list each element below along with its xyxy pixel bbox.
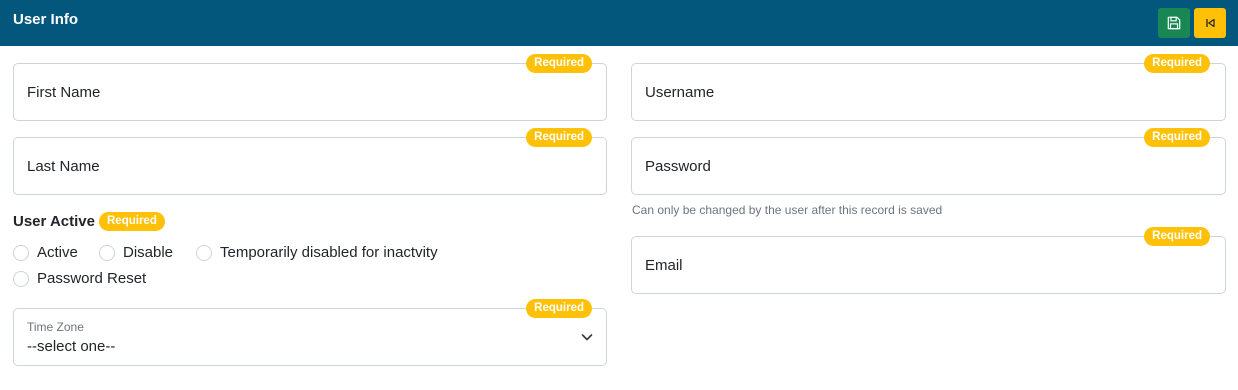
last-name-required-badge: Required <box>526 128 592 147</box>
time-zone-select[interactable]: Time Zone --select one-- <box>13 308 607 366</box>
chevron-down-icon <box>581 334 593 341</box>
radio-circle[interactable] <box>13 244 29 261</box>
first-name-required-badge: Required <box>526 54 592 73</box>
password-label: Password <box>645 158 711 175</box>
save-button[interactable] <box>1158 8 1190 38</box>
last-name-label: Last Name <box>27 158 100 175</box>
last-name-field[interactable]: Last Name <box>13 137 607 195</box>
password-required-badge: Required <box>1144 128 1210 147</box>
user-active-required-badge: Required <box>99 212 165 231</box>
time-zone-required-badge: Required <box>526 299 592 318</box>
email-required-badge: Required <box>1144 227 1210 246</box>
username-field[interactable]: Username <box>631 63 1226 121</box>
username-required-badge: Required <box>1144 54 1210 73</box>
radio-active[interactable]: Active <box>13 244 78 261</box>
radio-circle[interactable] <box>99 244 115 261</box>
time-zone-value: --select one-- <box>27 338 116 355</box>
header-bar: User Info <box>0 0 1238 46</box>
password-field[interactable]: Password <box>631 137 1226 195</box>
radio-circle[interactable] <box>196 244 212 261</box>
email-label: Email <box>645 257 683 274</box>
first-name-field[interactable]: First Name <box>13 63 607 121</box>
step-back-icon <box>1206 18 1215 28</box>
radio-active-label: Active <box>37 244 78 261</box>
password-help-text: Can only be changed by the user after th… <box>632 203 943 217</box>
radio-temporarily-disabled[interactable]: Temporarily disabled for inactvity <box>196 244 438 261</box>
back-button[interactable] <box>1194 8 1226 38</box>
first-name-label: First Name <box>27 84 101 101</box>
radio-password-reset-label: Password Reset <box>37 270 147 287</box>
radio-disable[interactable]: Disable <box>99 244 173 261</box>
radio-password-reset[interactable]: Password Reset <box>13 270 146 287</box>
username-label: Username <box>645 84 715 101</box>
email-field[interactable]: Email <box>631 236 1226 294</box>
user-active-label: User Active <box>13 213 95 230</box>
time-zone-label: Time Zone <box>27 320 84 334</box>
radio-disable-label: Disable <box>123 244 174 261</box>
radio-temporarily-disabled-label: Temporarily disabled for inactvity <box>220 244 438 261</box>
floppy-disk-icon <box>1167 16 1181 30</box>
page-title: User Info <box>13 11 79 28</box>
radio-circle[interactable] <box>13 270 29 287</box>
